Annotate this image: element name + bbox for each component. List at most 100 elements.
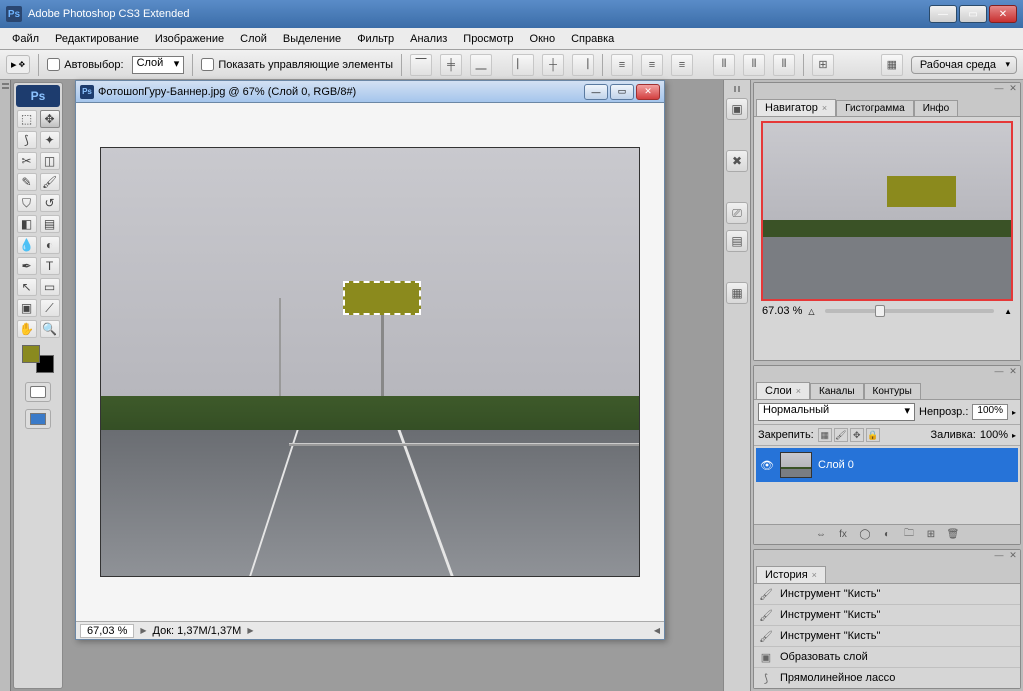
zoom-tool[interactable]: 🔍 <box>40 320 60 338</box>
layer-row[interactable]: 👁 Слой 0 <box>756 448 1018 482</box>
adjustment-layer-icon[interactable]: ◐ <box>879 528 895 542</box>
visibility-icon[interactable]: 👁 <box>760 459 774 472</box>
distribute-vcenter-icon[interactable]: ≡ <box>641 54 663 76</box>
zoom-out-icon[interactable]: △ <box>808 307 814 316</box>
notes-tool[interactable]: ▣ <box>17 299 37 317</box>
panel-collapse-icon[interactable]: — <box>994 550 1004 560</box>
menu-view[interactable]: Просмотр <box>455 28 521 49</box>
color-swatches[interactable] <box>18 345 58 375</box>
canvas[interactable] <box>100 147 640 577</box>
lock-pixels-icon[interactable]: 🖌 <box>834 428 848 442</box>
strip-brushes-icon[interactable]: ✖ <box>726 150 748 172</box>
history-row[interactable]: ⟆Прямолинейное лассо <box>754 668 1020 688</box>
distribute-hcenter-icon[interactable]: ⫴ <box>743 54 765 76</box>
lock-position-icon[interactable]: ✥ <box>850 428 864 442</box>
status-menu-icon[interactable]: ▶ <box>247 626 253 635</box>
history-row[interactable]: 🖌Инструмент "Кисть" <box>754 584 1020 605</box>
delete-layer-icon[interactable]: 🗑 <box>945 528 961 542</box>
foreground-color-swatch[interactable] <box>22 345 40 363</box>
auto-align-icon[interactable]: ⊞ <box>812 54 834 76</box>
menu-filter[interactable]: Фильтр <box>349 28 402 49</box>
gradient-tool[interactable]: ▤ <box>40 215 60 233</box>
doc-minimize-button[interactable]: — <box>584 84 608 100</box>
quickmask-button[interactable] <box>25 382 51 402</box>
dock-grip-left[interactable] <box>0 80 11 691</box>
navigator-zoom-value[interactable]: 67.03 % <box>762 305 802 317</box>
align-right-icon[interactable]: ⎹ <box>572 54 594 76</box>
strip-layer-comps-icon[interactable]: ▤ <box>726 230 748 252</box>
eyedropper-tool[interactable]: ⟋ <box>40 299 60 317</box>
zoom-menu-icon[interactable]: ▶ <box>140 626 146 635</box>
history-brush-tool[interactable]: ↺ <box>40 194 60 212</box>
align-vcenter-icon[interactable]: ╪ <box>440 54 462 76</box>
distribute-left-icon[interactable]: ⫴ <box>713 54 735 76</box>
path-select-tool[interactable]: ↖ <box>17 278 37 296</box>
panel-collapse-icon[interactable]: — <box>994 366 1004 376</box>
hand-tool[interactable]: ✋ <box>17 320 37 338</box>
workspace-menu[interactable]: Рабочая среда <box>911 56 1017 74</box>
layer-name[interactable]: Слой 0 <box>818 459 854 471</box>
crop-tool[interactable]: ✂ <box>17 152 37 170</box>
show-transform-checkbox[interactable]: Показать управляющие элементы <box>201 58 393 71</box>
lock-all-icon[interactable]: 🔒 <box>866 428 880 442</box>
align-top-icon[interactable]: ⎺ <box>410 54 432 76</box>
tab-paths[interactable]: Контуры <box>864 383 921 399</box>
healing-brush-tool[interactable]: ✎ <box>17 173 37 191</box>
panel-close-icon[interactable]: ✕ <box>1008 366 1018 376</box>
history-row[interactable]: ▣Образовать слой <box>754 647 1020 668</box>
history-row[interactable]: 🖌Инструмент "Кисть" <box>754 605 1020 626</box>
doc-maximize-button[interactable]: ▭ <box>610 84 634 100</box>
menu-layer[interactable]: Слой <box>232 28 275 49</box>
link-layers-icon[interactable]: ⇔ <box>813 528 829 542</box>
menu-help[interactable]: Справка <box>563 28 622 49</box>
menu-edit[interactable]: Редактирование <box>47 28 147 49</box>
layer-thumbnail[interactable] <box>780 452 812 478</box>
distribute-top-icon[interactable]: ≡ <box>611 54 633 76</box>
zoom-field[interactable]: 67,03 % <box>80 624 134 638</box>
shape-tool[interactable]: ▭ <box>40 278 60 296</box>
tab-history[interactable]: История× <box>756 566 826 583</box>
clone-stamp-tool[interactable]: ⛉ <box>17 194 37 212</box>
tab-channels[interactable]: Каналы <box>810 383 864 399</box>
selection-marquee[interactable] <box>343 281 421 315</box>
menu-file[interactable]: Файл <box>4 28 47 49</box>
layer-style-icon[interactable]: fx <box>835 528 851 542</box>
slice-tool[interactable]: ◫ <box>40 152 60 170</box>
menu-analysis[interactable]: Анализ <box>402 28 455 49</box>
panel-collapse-icon[interactable]: — <box>994 83 1004 93</box>
menu-window[interactable]: Окно <box>522 28 564 49</box>
panel-close-icon[interactable]: ✕ <box>1008 83 1018 93</box>
maximize-button[interactable]: ▭ <box>959 5 987 23</box>
lasso-tool[interactable]: ⟆ <box>17 131 37 149</box>
opacity-input[interactable]: 100% <box>972 404 1008 420</box>
blend-mode-select[interactable]: Нормальный <box>758 403 915 421</box>
move-tool[interactable]: ✥ <box>40 110 60 128</box>
minimize-button[interactable]: — <box>929 5 957 23</box>
distribute-right-icon[interactable]: ⫴ <box>773 54 795 76</box>
screenmode-button[interactable] <box>25 409 51 429</box>
strip-history-icon[interactable]: ▣ <box>726 98 748 120</box>
align-bottom-icon[interactable]: ⎽ <box>470 54 492 76</box>
autoselect-target-select[interactable]: Слой <box>132 56 185 74</box>
fill-input[interactable]: 100% <box>980 429 1008 441</box>
scroll-left-icon[interactable]: ◀ <box>654 626 660 635</box>
strip-tool-presets-icon[interactable]: ⎚ <box>726 202 748 224</box>
dodge-tool[interactable]: ◐ <box>40 236 60 254</box>
doc-close-button[interactable]: ✕ <box>636 84 660 100</box>
align-left-icon[interactable]: ⎸ <box>512 54 534 76</box>
blur-tool[interactable]: 💧 <box>17 236 37 254</box>
brush-tool[interactable]: 🖌 <box>40 173 60 191</box>
eraser-tool[interactable]: ◧ <box>17 215 37 233</box>
marquee-tool[interactable]: ⬚ <box>17 110 37 128</box>
tab-navigator[interactable]: Навигатор× <box>756 99 836 116</box>
tab-info[interactable]: Инфо <box>914 100 959 116</box>
strip-actions-icon[interactable]: ▦ <box>726 282 748 304</box>
panel-close-icon[interactable]: ✕ <box>1008 550 1018 560</box>
go-to-bridge-icon[interactable]: ▦ <box>881 54 903 76</box>
history-row[interactable]: 🖌Инструмент "Кисть" <box>754 626 1020 647</box>
distribute-bottom-icon[interactable]: ≡ <box>671 54 693 76</box>
zoom-slider[interactable] <box>825 309 995 313</box>
layer-mask-icon[interactable]: ◯ <box>857 528 873 542</box>
tab-histogram[interactable]: Гистограмма <box>836 100 914 116</box>
canvas-viewport[interactable] <box>76 103 664 621</box>
